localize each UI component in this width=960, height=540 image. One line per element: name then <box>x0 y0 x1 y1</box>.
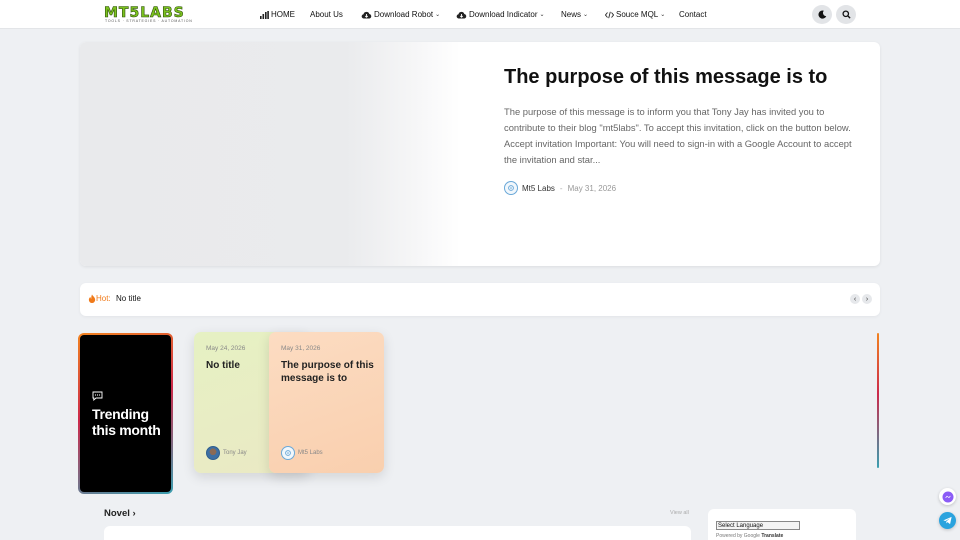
author-avatar <box>504 181 518 195</box>
chevron-down-icon: ⌄ <box>660 12 666 18</box>
nav-about-label: About Us <box>310 10 343 19</box>
trending-heading-inner: Trending this month <box>80 335 171 492</box>
featured-post-meta: Mt5 Labs - May 31, 2026 <box>504 181 616 195</box>
chevron-right-icon: › <box>132 508 136 519</box>
trending-scroll-indicator <box>877 333 879 468</box>
nav-news-label: News <box>561 10 582 19</box>
language-select[interactable]: Select Language <box>716 521 800 530</box>
featured-post-excerpt: The purpose of this message is to inform… <box>504 106 852 165</box>
comment-icon <box>92 391 103 401</box>
google-logo: Google <box>743 533 760 539</box>
hot-ticker: Hot: No title ‹ › <box>80 283 880 316</box>
fire-icon <box>88 294 96 303</box>
translate-text: Translate <box>761 533 784 539</box>
card-author: Tony Jay <box>206 446 247 460</box>
site-logo[interactable]: MT5LABS TOOLS · STRATEGIES · AUTOMATION <box>104 5 204 25</box>
powered-by-google: Powered by Google Translate <box>716 533 783 539</box>
theme-toggle-button[interactable] <box>812 5 832 24</box>
telegram-icon <box>943 516 952 525</box>
trending-heading-card: Trending this month <box>78 333 173 494</box>
telegram-button[interactable] <box>939 512 956 529</box>
trending-card[interactable]: May 31, 2026 The purpose of this message… <box>269 332 384 473</box>
nav-home[interactable]: HOME <box>260 0 295 29</box>
ticker-item[interactable]: No title <box>116 294 141 303</box>
view-all-link[interactable]: View all <box>670 510 689 516</box>
messenger-icon <box>942 491 953 502</box>
novel-section-body <box>104 526 691 540</box>
meta-separator: - <box>559 183 563 193</box>
nav-download-robot[interactable]: Download Robot ⌄ <box>361 0 440 29</box>
card-title[interactable]: The purpose of this message is to <box>281 359 375 385</box>
novel-section-title[interactable]: Novel › <box>104 508 136 519</box>
card-author-name: Mt5 Labs <box>298 450 323 456</box>
nav-source-mql[interactable]: Souce MQL ⌄ <box>605 0 665 29</box>
logo-tagline: TOOLS · STRATEGIES · AUTOMATION <box>105 19 193 23</box>
ticker-prev-button[interactable]: ‹ <box>850 294 860 304</box>
trending-heading: Trending this month <box>92 406 161 438</box>
top-header: MT5LABS TOOLS · STRATEGIES · AUTOMATION … <box>0 0 960 29</box>
cloud-download-icon <box>361 11 372 19</box>
featured-post-thumbnail[interactable] <box>80 42 460 266</box>
translate-widget: Select Language Powered by Google Transl… <box>708 509 856 540</box>
card-date: May 24, 2026 <box>206 345 246 352</box>
ticker-label: Hot: <box>88 294 111 303</box>
author-avatar <box>281 446 295 460</box>
chevron-down-icon: ⌄ <box>583 12 589 18</box>
chevron-down-icon: ⌄ <box>435 12 441 18</box>
nav-contact-label: Contact <box>679 10 707 19</box>
novel-title-text: Novel <box>104 508 130 519</box>
author-avatar <box>206 446 220 460</box>
ticker-label-text: Hot: <box>96 294 111 303</box>
search-button[interactable] <box>836 5 856 24</box>
gear-icon <box>285 450 291 456</box>
post-date: May 31, 2026 <box>567 183 617 193</box>
nav-news[interactable]: News ⌄ <box>561 0 588 29</box>
nav-home-label: HOME <box>271 10 295 19</box>
card-author-name: Tony Jay <box>223 450 247 456</box>
nav-about[interactable]: About Us <box>310 0 343 29</box>
code-icon <box>605 11 614 18</box>
nav-download-indicator[interactable]: Download Indicator ⌄ <box>456 0 545 29</box>
gear-icon <box>508 185 514 191</box>
featured-post-title[interactable]: The purpose of this message is to <box>504 66 864 89</box>
card-author: Mt5 Labs <box>281 446 323 460</box>
nav-source-mql-label: Souce MQL <box>616 10 659 19</box>
cloud-download-icon <box>456 11 467 19</box>
nav-download-indicator-label: Download Indicator <box>469 10 538 19</box>
messenger-button[interactable] <box>939 488 956 505</box>
chart-bar-icon <box>260 10 269 19</box>
featured-post[interactable]: The purpose of this message is to The pu… <box>80 42 880 266</box>
moon-icon <box>817 10 826 19</box>
ticker-next-button[interactable]: › <box>862 294 872 304</box>
nav-contact[interactable]: Contact <box>679 0 707 29</box>
search-icon <box>841 10 851 19</box>
chevron-down-icon: ⌄ <box>539 12 545 18</box>
chevron-right-icon: › <box>865 295 869 303</box>
author-name[interactable]: Mt5 Labs <box>522 184 555 193</box>
powered-by-text: Powered by <box>716 533 743 539</box>
card-date: May 31, 2026 <box>281 345 321 352</box>
nav-download-robot-label: Download Robot <box>374 10 434 19</box>
chevron-left-icon: ‹ <box>853 295 857 303</box>
